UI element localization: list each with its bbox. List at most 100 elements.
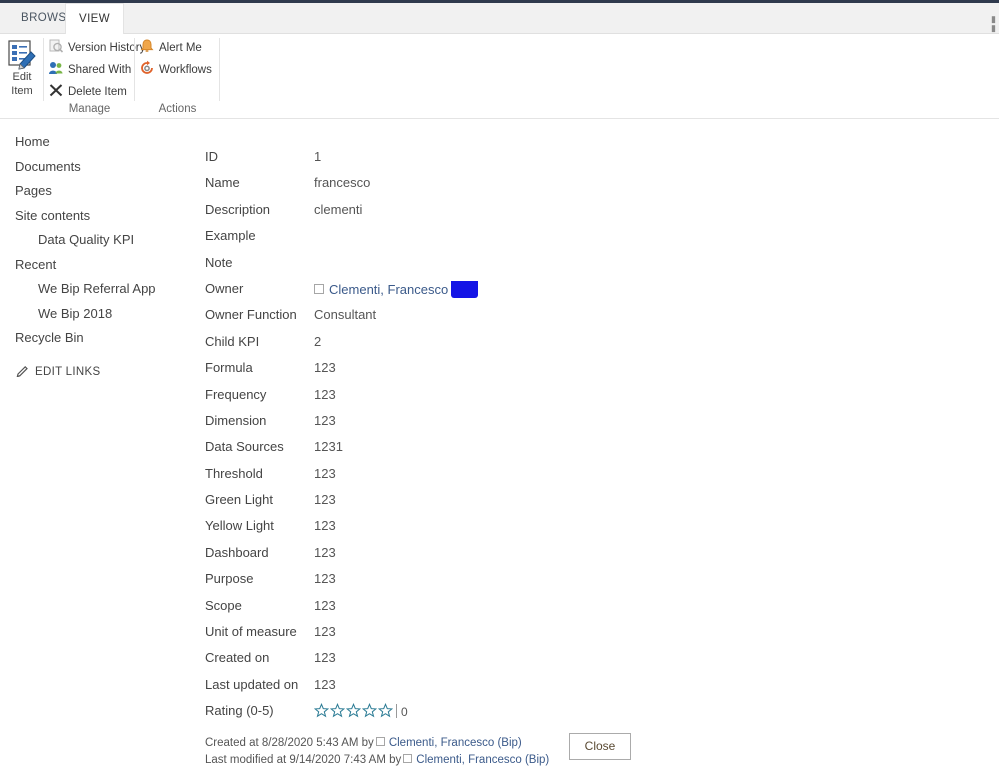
field-row-last-updated-on: Last updated on 123 [205, 677, 905, 703]
field-row-unit-of-measure: Unit of measure 123 [205, 624, 905, 650]
rating-star-1[interactable] [313, 703, 330, 718]
field-label-purpose: Purpose [205, 571, 254, 587]
sidebar: Home Documents Pages Site contents Data … [0, 130, 190, 378]
modified-timestamp: Last modified at 9/14/2020 7:43 AM [205, 754, 386, 766]
sidebar-item-recycle-bin[interactable]: Recycle Bin [0, 326, 190, 351]
sidebar-item-data-quality-kpi[interactable]: Data Quality KPI [0, 228, 190, 253]
ribbon-group-edit: Edit Item [0, 34, 44, 119]
owner-presence-block [451, 280, 479, 298]
pencil-icon [15, 363, 29, 377]
rating-separator [396, 704, 397, 719]
sidebar-heading-recent: Recent [15, 256, 57, 272]
field-label-name: Name [205, 175, 240, 191]
created-by-name[interactable]: Clementi, Francesco (Bip) [389, 737, 522, 749]
top-right-edge-glyphs: ▮ ▮ [991, 14, 996, 33]
field-label-owner-function: Owner Function [205, 307, 297, 323]
field-row-green-light: Green Light 123 [205, 492, 905, 518]
field-row-owner-function: Owner Function Consultant [205, 307, 905, 333]
workflows-button[interactable]: Workflows [139, 60, 212, 79]
sidebar-item-pages[interactable]: Pages [0, 179, 190, 204]
field-row-formula: Formula 123 [205, 360, 905, 386]
shared-with-icon [48, 60, 64, 76]
modified-by-name[interactable]: Clementi, Francesco (Bip) [416, 754, 549, 766]
field-label-unit-of-measure: Unit of measure [205, 624, 297, 640]
field-label-last-updated-on: Last updated on [205, 676, 299, 692]
sidebar-item-site-contents[interactable]: Site contents [0, 204, 190, 229]
rating-star-3[interactable] [345, 703, 362, 718]
field-row-rating: Rating (0-5) 0 [205, 703, 905, 729]
rating-star-4[interactable] [361, 703, 378, 718]
field-row-child-kpi: Child KPI 2 [205, 334, 905, 360]
field-value-green-light: 123 [314, 492, 336, 508]
workflows-label: Workflows [159, 64, 212, 76]
alert-me-label: Alert Me [159, 42, 202, 54]
field-label-threshold: Threshold [205, 465, 263, 481]
owner-person-name[interactable]: Clementi, Francesco [329, 282, 448, 297]
field-label-green-light: Green Light [205, 492, 273, 508]
tab-view[interactable]: VIEW [65, 3, 124, 34]
ribbon-group-manage: Version History Shared With Delete Item … [44, 34, 145, 119]
alert-me-button[interactable]: Alert Me [139, 38, 202, 57]
field-row-description: Description clementi [205, 202, 905, 228]
field-label-formula: Formula [205, 360, 253, 376]
presence-checkbox-icon [375, 737, 385, 746]
version-history-button[interactable]: Version History [48, 38, 145, 57]
ribbon-group-manage-label: Manage [68, 103, 111, 115]
field-value-last-updated-on: 123 [314, 676, 336, 692]
field-value-data-sources: 1231 [314, 439, 343, 455]
field-label-child-kpi: Child KPI [205, 333, 260, 349]
field-value-name: francesco [314, 175, 371, 191]
audit-footer: Created at 8/28/2020 5:43 AM by Clementi,… [205, 735, 549, 769]
field-row-scope: Scope 123 [205, 598, 905, 624]
field-row-dimension: Dimension 123 [205, 413, 905, 439]
field-label-description: Description [205, 201, 271, 217]
delete-item-label: Delete Item [68, 86, 127, 98]
field-label-dimension: Dimension [205, 412, 267, 428]
presence-checkbox-icon [403, 754, 413, 763]
field-label-note: Note [205, 254, 233, 270]
presence-checkbox-icon [314, 283, 324, 294]
field-value-threshold: 123 [314, 465, 336, 481]
shared-with-button[interactable]: Shared With [48, 60, 131, 79]
field-label-example: Example [205, 228, 256, 244]
sidebar-item-home[interactable]: Home [0, 130, 190, 155]
rating-star-2[interactable] [329, 703, 346, 718]
sidebar-item-we-bip-2018[interactable]: We Bip 2018 [0, 302, 190, 327]
field-row-threshold: Threshold 123 [205, 466, 905, 492]
field-value-yellow-light: 123 [314, 518, 336, 534]
close-button[interactable]: Close [569, 733, 631, 760]
field-row-example: Example [205, 228, 905, 254]
field-label-data-sources: Data Sources [205, 439, 284, 455]
rating-value: 0 [401, 705, 408, 720]
field-label-scope: Scope [205, 597, 242, 613]
field-value-formula: 123 [314, 360, 336, 376]
field-value-id: 1 [314, 149, 322, 164]
field-value-frequency: 123 [314, 386, 336, 402]
rating-stars[interactable]: 0 [313, 703, 408, 720]
field-label-created-on: Created on [205, 650, 270, 666]
field-value-owner-function: Consultant [314, 307, 377, 323]
ribbon-group-separator [219, 38, 220, 101]
field-value-scope: 123 [314, 597, 336, 613]
created-by-label: by [361, 737, 374, 749]
delete-item-button[interactable]: Delete Item [48, 82, 127, 101]
owner-person-chip[interactable]: Clementi, Francesco [314, 280, 479, 298]
edit-item-label-line1: Edit [12, 71, 32, 83]
modified-line: Last modified at 9/14/2020 7:43 AM by Cle… [205, 752, 549, 769]
field-row-purpose: Purpose 123 [205, 571, 905, 597]
field-value-unit-of-measure: 123 [314, 624, 336, 640]
edit-item-button[interactable]: Edit Item [2, 38, 42, 97]
sidebar-item-we-bip-referral-app[interactable]: We Bip Referral App [0, 277, 190, 302]
field-value-dimension: 123 [314, 412, 336, 428]
sidebar-item-documents[interactable]: Documents [0, 155, 190, 180]
field-row-id: ID 1 [205, 149, 905, 175]
ribbon: Edit Item Version History Shared With De… [0, 34, 999, 119]
field-label-id: ID [205, 149, 218, 164]
shared-with-label: Shared With [68, 64, 132, 76]
created-line: Created at 8/28/2020 5:43 AM by Clementi,… [205, 735, 549, 752]
field-value-purpose: 123 [314, 571, 336, 587]
edit-links-button[interactable]: EDIT LINKS [0, 363, 190, 378]
field-label-dashboard: Dashboard [205, 544, 269, 560]
field-label-owner: Owner [205, 280, 244, 296]
rating-star-5[interactable] [377, 703, 394, 718]
